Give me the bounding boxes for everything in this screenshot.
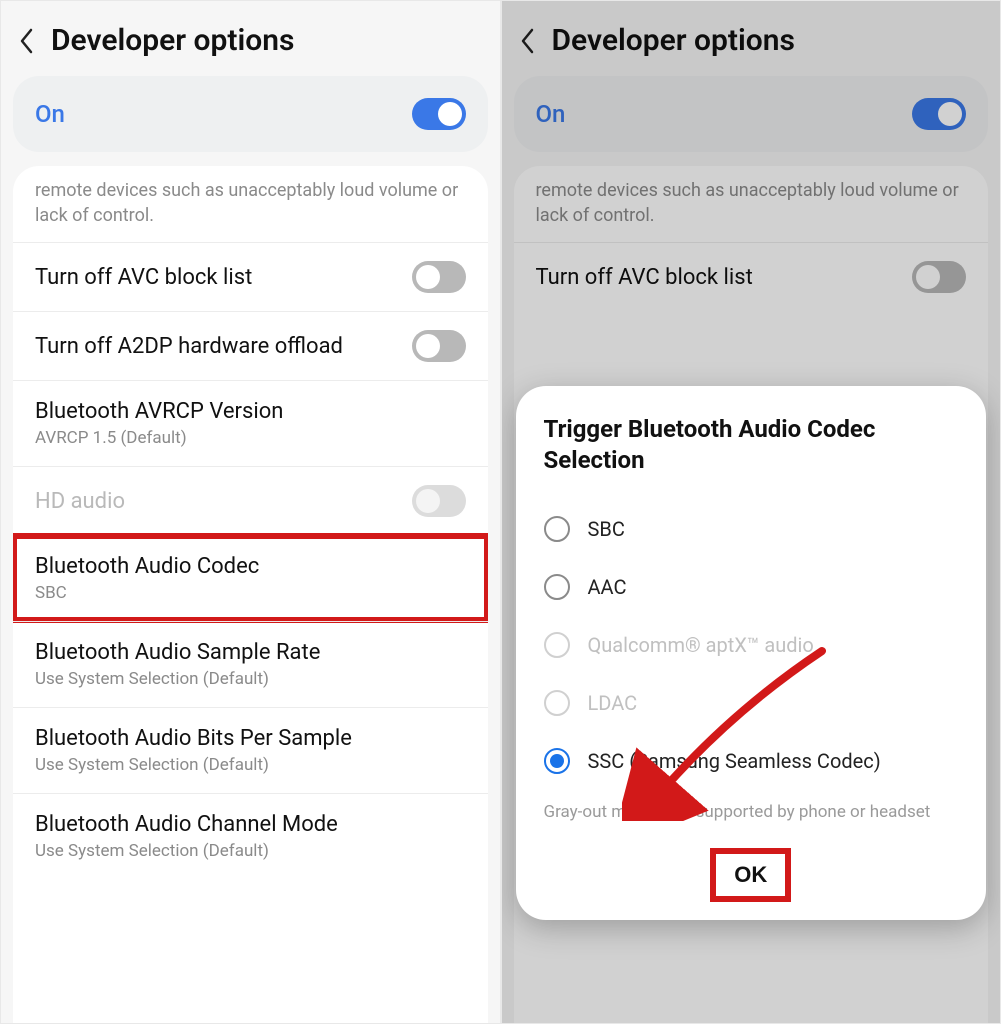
row-channel-mode[interactable]: Bluetooth Audio Channel Mode Use System … (13, 793, 488, 879)
radio-icon (544, 632, 570, 658)
row-bits-per-sample[interactable]: Bluetooth Audio Bits Per Sample Use Syst… (13, 707, 488, 793)
radio-option-aptx: Qualcomm® aptX™ audio (544, 616, 959, 674)
radio-icon[interactable] (544, 748, 570, 774)
radio-icon[interactable] (544, 516, 570, 542)
radio-option-ssc[interactable]: SSC (Samsung Seamless Codec) (544, 732, 959, 790)
info-text: remote devices such as unacceptably loud… (13, 166, 488, 242)
radio-option-aac[interactable]: AAC (544, 558, 959, 616)
radio-option-sbc[interactable]: SBC (544, 500, 959, 558)
phone-left: Developer options On remote devices such… (1, 1, 500, 1023)
toggle-hd-audio (412, 485, 466, 517)
codec-dialog: Trigger Bluetooth Audio Codec Selection … (516, 386, 987, 920)
on-toggle[interactable] (412, 98, 466, 130)
row-a2dp-offload[interactable]: Turn off A2DP hardware offload (13, 311, 488, 380)
radio-option-ldac: LDAC (544, 674, 959, 732)
toggle-avc[interactable] (412, 261, 466, 293)
page-title: Developer options (51, 23, 294, 58)
radio-icon (544, 690, 570, 716)
on-label: On (35, 100, 65, 128)
row-hd-audio: HD audio (13, 466, 488, 535)
row-avc-block-list[interactable]: Turn off AVC block list (13, 242, 488, 311)
dialog-title: Trigger Bluetooth Audio Codec Selection (544, 414, 959, 476)
row-sample-rate[interactable]: Bluetooth Audio Sample Rate Use System S… (13, 621, 488, 707)
radio-icon[interactable] (544, 574, 570, 600)
back-icon[interactable] (19, 28, 33, 54)
toggle-a2dp[interactable] (412, 330, 466, 362)
on-toggle-card[interactable]: On (13, 76, 488, 152)
header: Developer options (1, 1, 500, 76)
ok-button[interactable]: OK (718, 856, 783, 894)
row-avrcp-version[interactable]: Bluetooth AVRCP Version AVRCP 1.5 (Defau… (13, 380, 488, 466)
settings-list: remote devices such as unacceptably loud… (13, 166, 488, 1023)
phone-right: Developer options On remote devices such… (502, 1, 1001, 1023)
dialog-note: Gray-out means not supported by phone or… (544, 802, 959, 822)
row-bluetooth-audio-codec[interactable]: Bluetooth Audio Codec SBC (13, 535, 488, 621)
